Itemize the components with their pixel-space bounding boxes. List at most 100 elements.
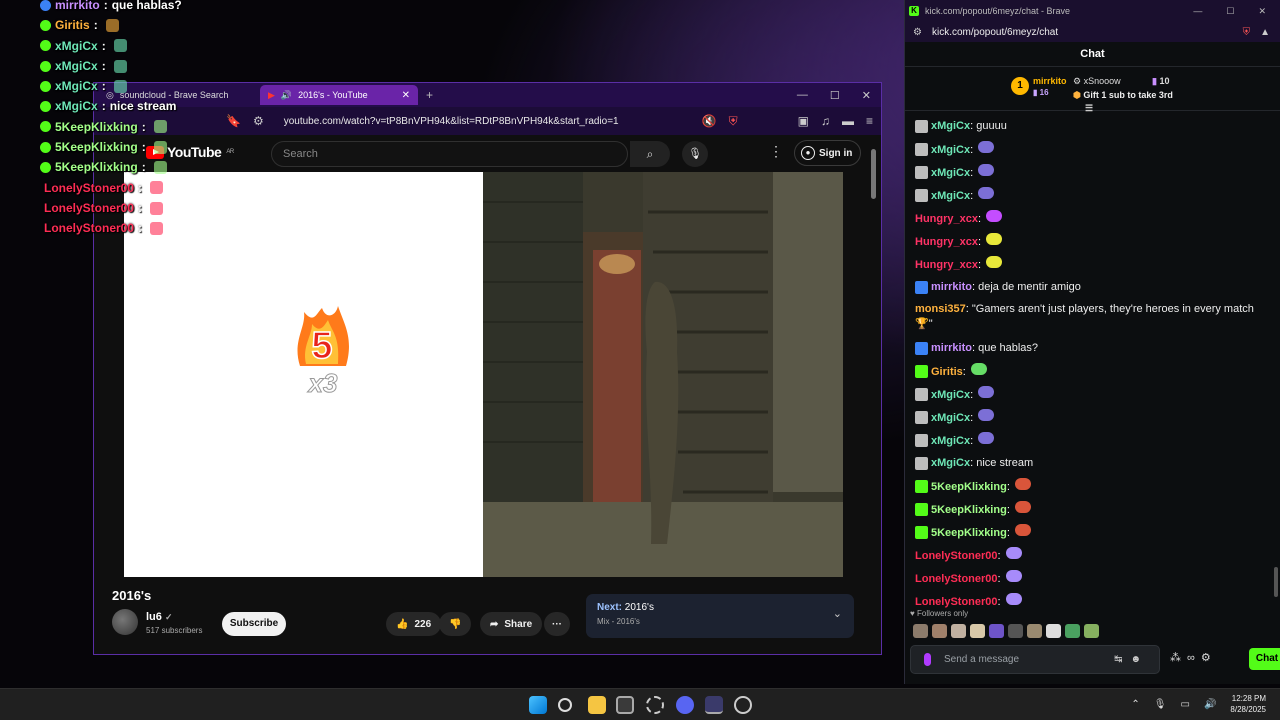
chat-username[interactable]: xMgiCx [931, 190, 970, 202]
more-options-icon[interactable]: ⋮ [769, 143, 783, 160]
chat-username[interactable]: Hungry_xcx [915, 213, 978, 225]
chat-scrollbar[interactable] [1274, 567, 1278, 597]
site-settings-icon[interactable]: ⚙ [913, 27, 922, 38]
store-icon[interactable] [616, 696, 634, 714]
kick-url[interactable]: kick.com/popout/6meyz/chat [932, 27, 1058, 38]
chat-username[interactable]: xMgiCx [931, 412, 970, 424]
emote-icon[interactable] [1008, 624, 1023, 638]
emote-icon[interactable] [1027, 624, 1042, 638]
menu-icon[interactable]: ≡ [866, 114, 873, 128]
emote-icon[interactable] [1084, 624, 1099, 638]
page-scrollbar[interactable] [871, 149, 876, 199]
clock[interactable]: 12:28 PM 8/28/2025 [1230, 693, 1266, 715]
chat-message[interactable]: LonelyStoner00: [915, 567, 1265, 590]
chat-username[interactable]: mirrkito [931, 342, 972, 354]
chat-message[interactable]: monsi357: "Gamers aren't just players, t… [915, 299, 1265, 337]
obs-icon[interactable] [734, 696, 752, 714]
chat-message[interactable]: xMgiCx: [915, 429, 1265, 452]
minimize-icon[interactable]: — [1193, 6, 1202, 17]
tab-youtube[interactable]: ▶ 🔊 2016's - YouTube ✕ [260, 85, 418, 105]
sign-in-button[interactable]: ● Sign in [794, 140, 861, 166]
channel-avatar[interactable] [112, 609, 138, 635]
maximize-icon[interactable]: ☐ [1226, 6, 1234, 17]
chat-username[interactable]: LonelyStoner00 [915, 573, 998, 585]
voice-search-button[interactable]: 🎙 [682, 141, 708, 167]
gift-sub-cta[interactable]: ⬢ Gift 1 sub to take 3rd [1073, 90, 1173, 101]
chat-username[interactable]: xMgiCx [931, 167, 970, 179]
sidebar-icon[interactable]: ▣ [798, 114, 809, 128]
chat-message[interactable]: xMgiCx: nice stream [915, 452, 1265, 475]
discord-icon[interactable] [676, 696, 694, 714]
media-icon[interactable]: ♫ [821, 114, 830, 128]
chat-username[interactable]: monsi357 [915, 303, 966, 315]
chat-message[interactable]: 5KeepKlixking: [915, 498, 1265, 521]
chat-username[interactable]: mirrkito [931, 281, 972, 293]
chat-message[interactable]: Hungry_xcx: [915, 207, 1265, 230]
emote-icon[interactable] [932, 624, 947, 638]
minimize-icon[interactable]: — [797, 89, 808, 102]
chat-username[interactable]: Giritis [931, 366, 963, 378]
input-tools-icons[interactable]: ↹☻ [1114, 646, 1149, 673]
dislike-button[interactable]: 👎 [439, 612, 472, 636]
chat-username[interactable]: 5KeepKlixking [931, 504, 1007, 516]
chat-send-button[interactable]: Chat [1249, 648, 1280, 670]
chat-message[interactable]: mirrkito: que hablas? [915, 337, 1265, 360]
chat-message[interactable]: Hungry_xcx: [915, 253, 1265, 276]
chat-message[interactable]: mirrkito: deja de mentir amigo [915, 276, 1265, 299]
chat-message[interactable]: xMgiCx: [915, 161, 1265, 184]
vpn-icon[interactable]: ▬ [842, 114, 854, 128]
chat-message[interactable]: xMgiCx: [915, 184, 1265, 207]
chat-username[interactable]: 5KeepKlixking [931, 527, 1007, 539]
emote-icon[interactable] [913, 624, 928, 638]
leader-2-name[interactable]: ⚙ xSnooow [1073, 76, 1121, 87]
url-field[interactable]: youtube.com/watch?v=tP8BnVPH94k&list=RDt… [284, 116, 690, 127]
chat-username[interactable]: xMgiCx [931, 144, 970, 156]
new-tab-icon[interactable]: + [426, 88, 433, 102]
emote-icon[interactable] [1065, 624, 1080, 638]
chat-message[interactable]: 5KeepKlixking: [915, 475, 1265, 498]
chat-message[interactable]: xMgiCx: [915, 406, 1265, 429]
close-tab-icon[interactable]: ✕ [402, 90, 410, 101]
share-button[interactable]: ➦ Share [480, 612, 543, 636]
microphone-tray-icon[interactable]: 🎙 [1154, 699, 1167, 710]
chat-username[interactable]: LonelyStoner00 [915, 596, 998, 608]
chat-message[interactable]: xMgiCx: guuuu [915, 115, 1265, 138]
message-input[interactable]: Send a message ↹☻ [910, 645, 1160, 674]
chat-username[interactable]: xMgiCx [931, 435, 970, 447]
channel-name[interactable]: lu6 ✓ [146, 611, 173, 623]
chevron-up-icon[interactable]: ⌃ [1131, 699, 1139, 710]
expand-handle-icon[interactable]: ☰ [1085, 103, 1093, 114]
chat-message[interactable]: Hungry_xcx: [915, 230, 1265, 253]
chevron-down-icon[interactable]: ⌄ [833, 607, 842, 620]
brave-rewards-icon[interactable]: ▲ [1260, 27, 1270, 38]
close-window-icon[interactable]: ✕ [862, 89, 871, 102]
chat-tool-icons[interactable]: ⁂∞⚙ [1170, 651, 1217, 664]
mute-icon[interactable]: 🔇 [702, 114, 717, 128]
chat-message[interactable]: LonelyStoner00: [915, 544, 1265, 567]
chat-message[interactable]: xMgiCx: [915, 138, 1265, 161]
search-icon[interactable] [558, 698, 572, 712]
next-video-box[interactable]: Next: 2016's Mix - 2016's ⌄ [586, 594, 854, 638]
chat-message[interactable]: Giritis: [915, 360, 1265, 383]
file-explorer-icon[interactable] [588, 696, 606, 714]
chat-username[interactable]: LonelyStoner00 [915, 550, 998, 562]
close-window-icon[interactable]: ✕ [1258, 6, 1266, 17]
emote-icon[interactable] [989, 624, 1004, 638]
network-icon[interactable]: ▭ [1181, 699, 1190, 710]
more-actions-button[interactable]: ··· [544, 612, 570, 636]
emote-icon[interactable] [1046, 624, 1061, 638]
chat-username[interactable]: Hungry_xcx [915, 259, 978, 271]
start-icon[interactable] [529, 696, 547, 714]
brave-shield-icon[interactable]: ⛨ [1243, 27, 1251, 38]
emote-icon[interactable] [951, 624, 966, 638]
chat-username[interactable]: 5KeepKlixking [931, 481, 1007, 493]
maximize-icon[interactable]: ☐ [830, 89, 840, 102]
microphone-icon[interactable] [924, 653, 931, 666]
search-input[interactable]: Search [271, 141, 628, 167]
subscribe-button[interactable]: Subscribe [222, 612, 286, 636]
search-button[interactable]: ⌕ [630, 141, 670, 167]
brave-icon[interactable] [705, 696, 723, 714]
chat-message[interactable]: 5KeepKlixking: [915, 521, 1265, 544]
settings-icon[interactable] [646, 696, 664, 714]
chat-message[interactable]: xMgiCx: [915, 383, 1265, 406]
